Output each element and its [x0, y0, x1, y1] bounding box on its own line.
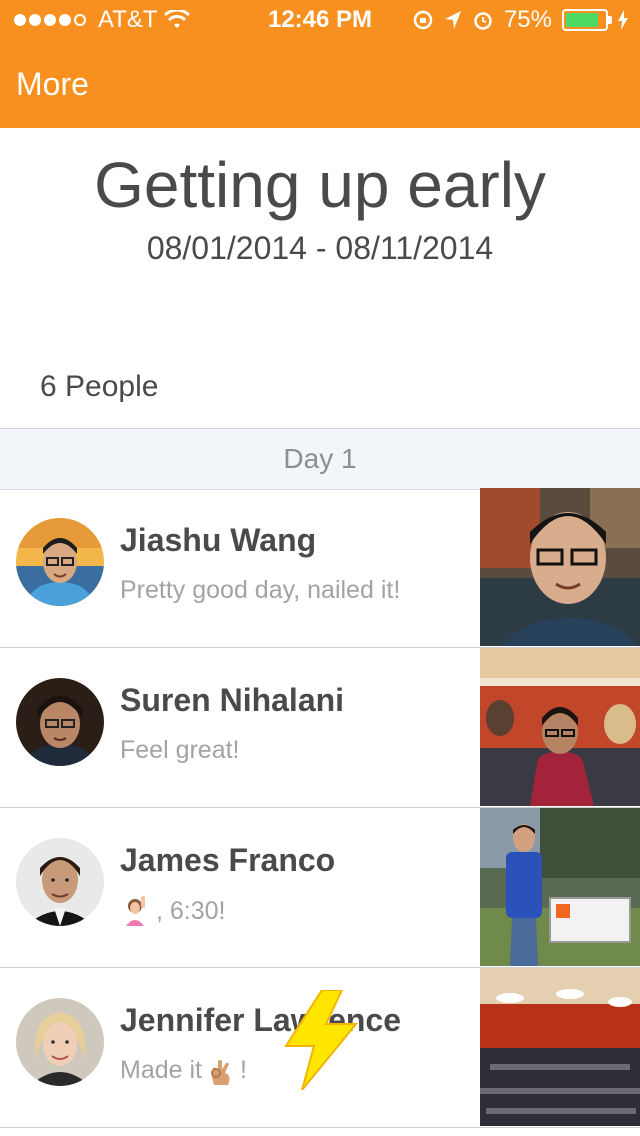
- entry-photo[interactable]: [480, 808, 640, 966]
- day-label: Day 1: [283, 443, 357, 474]
- entry-message-text: Feel great!: [120, 736, 240, 764]
- entry-name: James Franco: [120, 842, 336, 878]
- entry-photo[interactable]: [480, 648, 640, 806]
- entry-message-suffix: !: [239, 1056, 247, 1084]
- avatar: [16, 838, 104, 926]
- avatar: [16, 518, 104, 606]
- avatar: [16, 998, 104, 1086]
- charging-icon: [618, 10, 628, 30]
- entry-photo[interactable]: [480, 968, 640, 1126]
- list-item[interactable]: Suren Nihalani Feel great!: [0, 648, 640, 808]
- entry-message: Feel great!: [120, 736, 240, 765]
- challenge-title: Getting up early: [94, 149, 546, 221]
- avatar: [16, 678, 104, 766]
- location-arrow-icon: [444, 11, 461, 29]
- challenge-dates: 08/01/2014 - 08/11/2014: [146, 230, 494, 266]
- day-section-header: Day 1: [0, 428, 640, 490]
- entry-message: Made it !: [120, 1056, 247, 1085]
- entry-photo[interactable]: [480, 488, 640, 646]
- rotation-lock-icon: [413, 10, 433, 30]
- entry-message: , 6:30!: [120, 896, 226, 926]
- entry-name: Suren Nihalani: [120, 682, 345, 718]
- list-item[interactable]: James Franco , 6:30!: [0, 808, 640, 968]
- battery-percent: 75%: [503, 6, 552, 33]
- header: AT&T 12:46 PM 75% More: [0, 0, 640, 128]
- entry-message: Pretty good day, nailed it!: [120, 576, 400, 605]
- entry-name: Jiashu Wang: [120, 522, 317, 558]
- raised-hand-emoji-icon: [126, 896, 145, 926]
- ok-hand-emoji-icon: [210, 1059, 230, 1085]
- battery-icon: [562, 9, 612, 31]
- lightning-bolt-icon: [284, 990, 359, 1090]
- status-bar: AT&T 12:46 PM 75%: [0, 0, 640, 40]
- people-count[interactable]: 6 People: [40, 370, 158, 404]
- entry-message-text: , 6:30!: [156, 896, 226, 925]
- entry-message-text: Made it: [120, 1056, 202, 1084]
- more-button[interactable]: More: [16, 66, 89, 103]
- alarm-icon: [474, 12, 492, 30]
- list-item[interactable]: Jiashu Wang Pretty good day, nailed it!: [0, 488, 640, 648]
- entry-message-text: Pretty good day, nailed it!: [120, 576, 401, 604]
